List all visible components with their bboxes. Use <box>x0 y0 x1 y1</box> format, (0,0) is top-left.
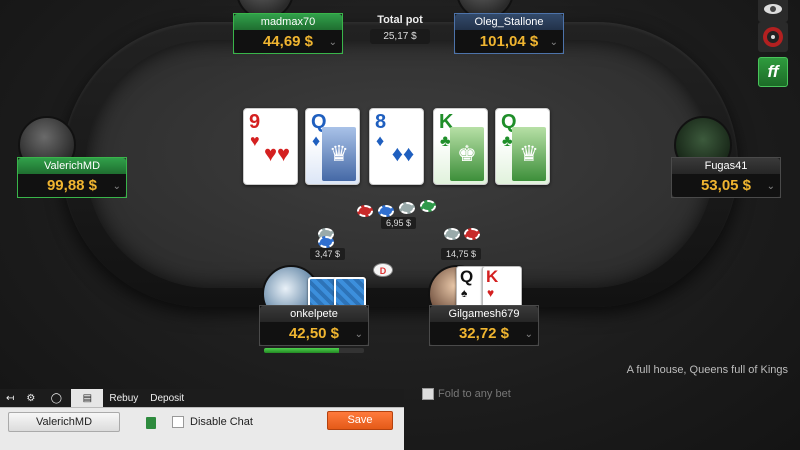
chip-icon <box>399 202 415 214</box>
chip-icon <box>444 228 460 240</box>
pot-center-amount: 6,95 $ <box>381 217 417 229</box>
chevron-down-icon[interactable]: ⌄ <box>329 31 337 54</box>
notes-tab-icon[interactable]: ▤ <box>71 389 104 407</box>
heart-pips-icon: ♥♥ <box>263 141 291 166</box>
disable-chat-label: Disable Chat <box>190 416 253 428</box>
fold-to-any-bet[interactable]: Fold to any bet <box>422 388 511 400</box>
chip-icon <box>357 205 373 217</box>
dealer-button: D <box>373 263 393 277</box>
exit-icon[interactable]: ↤ <box>0 389 20 407</box>
hand-description: A full house, Queens full of Kings <box>626 364 788 376</box>
stack-amount: 101,04 $ <box>479 33 539 50</box>
board-card-5: Q ♣ ♛ <box>495 108 550 185</box>
settings-gear-icon[interactable]: ⚙ <box>20 389 41 407</box>
fold-to-any-bet-label: Fold to any bet <box>438 388 511 400</box>
time-bank-bar <box>264 348 364 353</box>
diamond-pips-icon: ♦♦ <box>391 141 415 166</box>
fold-to-any-bet-checkbox[interactable] <box>422 388 434 400</box>
chevron-down-icon[interactable]: ⌄ <box>355 323 363 346</box>
time-bank-fill <box>264 348 339 353</box>
chevron-down-icon[interactable]: ⌄ <box>767 175 775 198</box>
seat-fugas41[interactable]: Fugas41 53,05 $ ⌄ <box>672 158 780 197</box>
board-card-2: Q ♦ ♛ <box>305 108 360 185</box>
total-pot-label: Total pot <box>377 14 423 26</box>
chevron-down-icon[interactable]: ⌄ <box>113 175 121 198</box>
bottom-tab-bar: ↤ ⚙ ◯ ▤ Rebuy Deposit <box>0 389 404 407</box>
bet-amount-onkelpete: 3,47 $ <box>310 248 346 260</box>
chip-icon <box>378 205 394 217</box>
card-suit: ♦ <box>312 133 321 150</box>
player-name: Oleg_Stallone <box>455 14 563 30</box>
bet-amount-gilgamesh679: 14,75 $ <box>441 248 482 260</box>
seat-onkelpete[interactable]: onkelpete 42,50 $ ⌄ <box>260 306 368 345</box>
card-suit: ♣ <box>440 133 451 150</box>
hole-card-suit: ♥ <box>487 286 495 300</box>
hole-card-rank: Q <box>460 267 474 286</box>
tab-deposit[interactable]: Deposit <box>144 389 190 407</box>
player-stack: 101,04 $ ⌄ <box>455 30 563 53</box>
total-pot-value: 25,17 $ <box>370 29 430 44</box>
chevron-down-icon[interactable]: ⌄ <box>525 323 533 346</box>
save-button[interactable]: Save <box>327 411 393 430</box>
queen-face-icon: ♛ <box>322 127 356 181</box>
roulette-wheel-icon[interactable] <box>758 22 788 52</box>
stack-amount: 99,88 $ <box>46 177 98 194</box>
card-suit: ♦ <box>376 133 385 150</box>
chip-icon <box>420 200 436 212</box>
chip-icon <box>464 228 480 240</box>
hole-card-suit: ♠ <box>461 286 468 300</box>
player-name: onkelpete <box>260 306 368 322</box>
player-select-button[interactable]: ValerichMD <box>8 412 120 432</box>
queen-face-icon: ♛ <box>512 127 546 181</box>
board-card-3: 8 ♦ ♦♦ <box>369 108 424 185</box>
player-stack: 42,50 $ ⌄ <box>260 322 368 345</box>
board-card-4: K ♣ ♚ <box>433 108 488 185</box>
fast-fold-icon[interactable]: ff <box>758 57 788 87</box>
player-name: madmax70 <box>234 14 342 30</box>
disable-chat-toggle[interactable]: Disable Chat <box>172 416 253 428</box>
casino-chip-icon[interactable] <box>758 0 788 22</box>
player-name: Gilgamesh679 <box>430 306 538 322</box>
chevron-down-icon[interactable]: ⌄ <box>550 31 558 54</box>
document-icon[interactable] <box>146 417 156 429</box>
player-stack: 53,05 $ ⌄ <box>672 174 780 197</box>
stack-amount: 44,69 $ <box>262 33 314 50</box>
card-suit: ♣ <box>502 133 513 150</box>
tab-rebuy[interactable]: Rebuy <box>103 389 144 407</box>
player-stack: 44,69 $ ⌄ <box>234 30 342 53</box>
player-stack: 32,72 $ ⌄ <box>430 322 538 345</box>
king-face-icon: ♚ <box>450 127 484 181</box>
chip-icon <box>318 236 334 248</box>
hole-card-rank: K <box>486 267 499 286</box>
card-rank: 8 <box>375 111 387 133</box>
card-rank: 9 <box>249 111 261 133</box>
disable-chat-checkbox[interactable] <box>172 416 184 428</box>
player-name: Fugas41 <box>672 158 780 174</box>
player-name: ValerichMD <box>18 158 126 174</box>
chat-bubble-icon[interactable]: ◯ <box>41 389 71 407</box>
card-suit: ♥ <box>250 133 260 150</box>
seat-oleg-stallone[interactable]: Oleg_Stallone 101,04 $ ⌄ <box>455 14 563 53</box>
total-pot: Total pot 25,17 $ <box>370 14 430 44</box>
seat-madmax70[interactable]: madmax70 44,69 $ ⌄ <box>234 14 342 53</box>
seat-gilgamesh679[interactable]: Gilgamesh679 32,72 $ ⌄ <box>430 306 538 345</box>
stack-amount: 32,72 $ <box>458 325 510 342</box>
player-stack: 99,88 $ ⌄ <box>18 174 126 197</box>
notes-panel: ValerichMD Disable Chat Save <box>0 407 404 450</box>
stack-amount: 42,50 $ <box>288 325 340 342</box>
seat-valerichmd[interactable]: ValerichMD 99,88 $ ⌄ <box>18 158 126 197</box>
stack-amount: 53,05 $ <box>700 177 752 194</box>
board-card-1: 9 ♥ ♥♥ <box>243 108 298 185</box>
